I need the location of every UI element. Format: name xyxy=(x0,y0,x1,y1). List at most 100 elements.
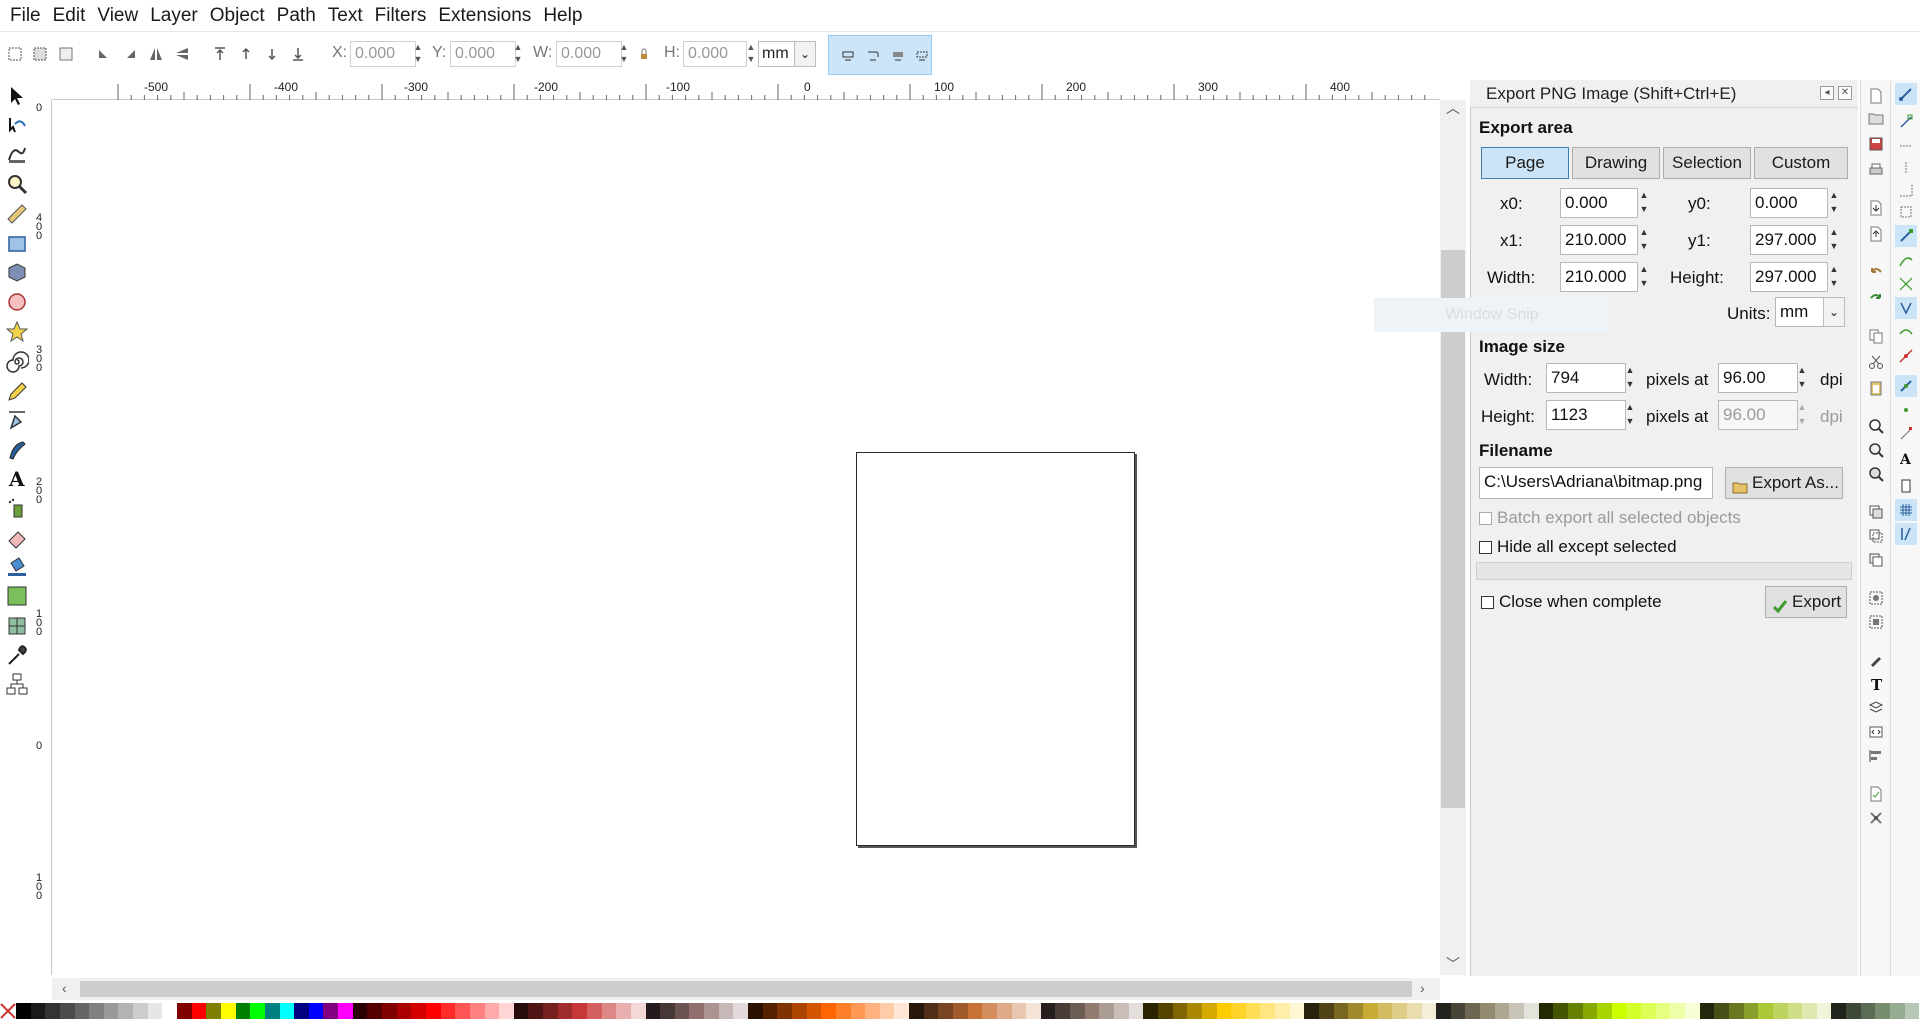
color-swatch[interactable] xyxy=(572,1003,587,1019)
color-swatch[interactable] xyxy=(630,1003,646,1019)
horizontal-ruler[interactable]: -500 -400 -300 -200 -100 0 100 200 300 4… xyxy=(52,80,1440,100)
area-height-spinner[interactable]: ▲ ▼ xyxy=(1828,262,1840,292)
color-swatch[interactable] xyxy=(689,1003,705,1019)
color-swatch[interactable] xyxy=(616,1003,631,1019)
color-swatch[interactable] xyxy=(1304,1003,1320,1019)
calligraphy-tool-icon[interactable] xyxy=(5,438,29,462)
menu-help[interactable]: Help xyxy=(537,0,588,31)
color-swatch[interactable] xyxy=(45,1003,60,1019)
color-swatch[interactable] xyxy=(1157,1003,1173,1019)
area-height-input[interactable]: 297.000 xyxy=(1750,262,1828,292)
area-width-spinner[interactable]: ▲ ▼ xyxy=(1638,262,1650,292)
color-swatch[interactable] xyxy=(147,1003,163,1019)
text-font-icon[interactable]: T xyxy=(1868,676,1884,692)
color-swatch[interactable] xyxy=(1333,1003,1349,1019)
color-swatch[interactable] xyxy=(1187,1003,1202,1019)
menu-file[interactable]: File xyxy=(4,0,47,31)
pencil-tool-icon[interactable] xyxy=(5,380,29,404)
color-swatch[interactable] xyxy=(118,1003,134,1019)
color-swatch[interactable] xyxy=(645,1003,661,1019)
color-swatch[interactable] xyxy=(279,1003,295,1019)
color-swatch[interactable] xyxy=(894,1003,910,1019)
close-when-complete-checkbox[interactable] xyxy=(1481,596,1494,609)
color-swatch[interactable] xyxy=(1260,1003,1276,1019)
export-area-drawing-button[interactable]: Drawing xyxy=(1572,147,1660,179)
color-swatch[interactable] xyxy=(1465,1003,1481,1019)
color-swatch[interactable] xyxy=(484,1003,500,1019)
spiral-tool-icon[interactable] xyxy=(5,350,29,374)
color-swatch[interactable] xyxy=(16,1003,31,1019)
color-swatch[interactable] xyxy=(1319,1003,1334,1019)
snap-page-icon[interactable] xyxy=(1898,478,1914,494)
snap-bbox-corner-icon[interactable] xyxy=(1898,160,1914,176)
horizontal-scrollbar-thumb[interactable] xyxy=(80,981,1412,997)
color-swatch[interactable] xyxy=(338,1003,353,1019)
color-swatch[interactable] xyxy=(323,1003,339,1019)
color-swatch[interactable] xyxy=(74,1003,90,1019)
color-swatch[interactable] xyxy=(835,1003,851,1019)
color-swatch[interactable] xyxy=(1816,1003,1832,1019)
color-swatch[interactable] xyxy=(1450,1003,1466,1019)
ellipse-tool-icon[interactable] xyxy=(5,290,29,314)
color-swatch[interactable] xyxy=(294,1003,309,1019)
selector-tool-icon[interactable] xyxy=(5,84,29,108)
snap-centers-icon[interactable] xyxy=(1895,375,1917,397)
color-swatch[interactable] xyxy=(308,1003,324,1019)
color-swatch[interactable] xyxy=(1728,1003,1744,1019)
x-spinner[interactable]: ▲ ▼ xyxy=(412,41,424,67)
snap-rotation-center-icon[interactable] xyxy=(1898,402,1914,418)
vertical-ruler[interactable]: 0 400 300 200 100 0 100 xyxy=(34,100,52,975)
color-swatch[interactable] xyxy=(1201,1003,1217,1019)
color-swatch[interactable] xyxy=(1055,1003,1071,1019)
color-swatch[interactable] xyxy=(601,1003,617,1019)
color-swatch[interactable] xyxy=(89,1003,104,1019)
color-swatch[interactable] xyxy=(1245,1003,1261,1019)
color-swatch[interactable] xyxy=(1802,1003,1817,1019)
color-swatch[interactable] xyxy=(1172,1003,1188,1019)
mesh-tool-icon[interactable] xyxy=(5,614,29,638)
color-swatch[interactable] xyxy=(1275,1003,1290,1019)
cut-icon[interactable] xyxy=(1868,354,1884,370)
select-all-layers-icon[interactable] xyxy=(32,46,48,62)
snap-bbox-center-icon[interactable] xyxy=(1898,204,1914,220)
menu-layer[interactable]: Layer xyxy=(144,0,204,31)
scroll-left-icon[interactable]: ‹ xyxy=(62,980,67,996)
color-swatch[interactable] xyxy=(235,1003,251,1019)
color-swatch[interactable] xyxy=(250,1003,265,1019)
menu-view[interactable]: View xyxy=(91,0,144,31)
color-swatch[interactable] xyxy=(30,1003,46,1019)
color-swatch[interactable] xyxy=(220,1003,236,1019)
export-button[interactable]: Export xyxy=(1765,586,1847,618)
rectangle-tool-icon[interactable] xyxy=(5,232,29,256)
color-swatch[interactable] xyxy=(162,1003,178,1019)
color-swatch[interactable] xyxy=(1699,1003,1715,1019)
color-swatch[interactable] xyxy=(1392,1003,1407,1019)
x1-input[interactable]: 210.000 xyxy=(1560,225,1638,255)
color-swatch[interactable] xyxy=(1787,1003,1803,1019)
pen-tool-icon[interactable] xyxy=(5,408,29,432)
filename-input[interactable]: C:\Users\Adriana\bitmap.png xyxy=(1479,467,1713,499)
image-width-input[interactable]: 794 xyxy=(1546,363,1626,393)
color-swatch[interactable] xyxy=(455,1003,470,1019)
eraser-tool-icon[interactable] xyxy=(5,526,29,550)
color-swatch[interactable] xyxy=(806,1003,822,1019)
color-swatch[interactable] xyxy=(1421,1003,1437,1019)
image-height-input[interactable]: 1123 xyxy=(1546,400,1626,430)
image-width-spinner[interactable]: ▲ ▼ xyxy=(1624,363,1636,393)
dpi-x-input[interactable]: 96.00 xyxy=(1718,363,1798,393)
h-input[interactable]: 0.000 xyxy=(683,41,747,67)
color-swatch[interactable] xyxy=(660,1003,675,1019)
color-swatch[interactable] xyxy=(821,1003,836,1019)
snap-bbox-icon[interactable] xyxy=(1898,114,1914,130)
image-height-spinner[interactable]: ▲ ▼ xyxy=(1624,400,1636,430)
color-swatch[interactable] xyxy=(1582,1003,1598,1019)
y-input[interactable]: 0.000 xyxy=(450,41,516,67)
snap-nodes-icon[interactable] xyxy=(1895,225,1917,247)
color-swatch[interactable] xyxy=(1040,1003,1056,1019)
color-swatch[interactable] xyxy=(1348,1003,1363,1019)
lower-to-bottom-icon[interactable] xyxy=(290,46,306,62)
flip-vertical-icon[interactable] xyxy=(174,46,190,62)
color-swatch[interactable] xyxy=(1890,1003,1905,1019)
zoom-drawing-icon[interactable] xyxy=(1868,442,1884,458)
select-all-icon[interactable] xyxy=(7,46,23,62)
